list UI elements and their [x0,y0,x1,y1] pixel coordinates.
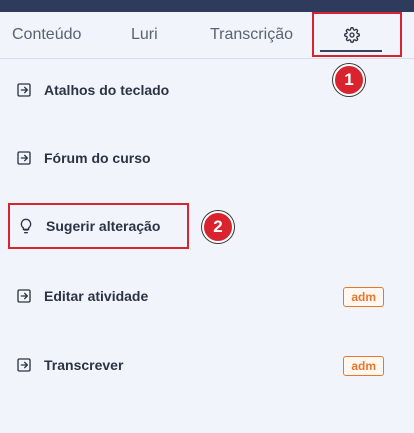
marker-number: 2 [213,217,223,236]
badge-label: adm [351,290,376,304]
tab-transcricao[interactable]: Transcrição [210,12,293,58]
tab-label: Luri [131,26,158,43]
menu-item-editar-atividade[interactable]: Editar atividade [8,273,148,319]
menu-item-transcrever[interactable]: Transcrever [8,342,123,388]
menu-item-label: Sugerir alteração [46,218,161,234]
tab-label: Conteúdo [12,26,82,43]
active-tab-underline [320,50,382,52]
tab-luri[interactable]: Luri [131,12,158,58]
top-bar [0,0,414,12]
gear-icon [344,26,360,43]
arrow-right-box-icon [14,80,34,100]
menu-item-forum-do-curso[interactable]: Fórum do curso [8,135,151,181]
menu-item-atalhos-do-teclado[interactable]: Atalhos do teclado [8,67,169,113]
menu-item-label: Transcrever [44,357,124,373]
tab-bar: Conteúdo Luri Transcrição [0,12,414,59]
menu-item-label: Editar atividade [44,288,149,304]
tab-conteudo[interactable]: Conteúdo [12,12,81,58]
tab-settings[interactable] [312,12,402,57]
arrow-right-box-icon [14,148,34,168]
menu-item-sugerir-alteracao[interactable]: Sugerir alteração [8,203,189,249]
tab-label: Transcrição [210,26,293,43]
adm-badge: adm [343,287,384,307]
marker-number: 1 [344,70,354,89]
arrow-right-box-icon [14,286,34,306]
arrow-right-box-icon [14,355,34,375]
menu-item-label: Fórum do curso [44,150,151,166]
badge-label: adm [351,359,376,373]
callout-marker-1: 1 [333,64,365,96]
adm-badge: adm [343,356,384,376]
menu-item-label: Atalhos do teclado [44,82,170,98]
lightbulb-icon [16,216,36,236]
callout-marker-2: 2 [202,211,234,243]
